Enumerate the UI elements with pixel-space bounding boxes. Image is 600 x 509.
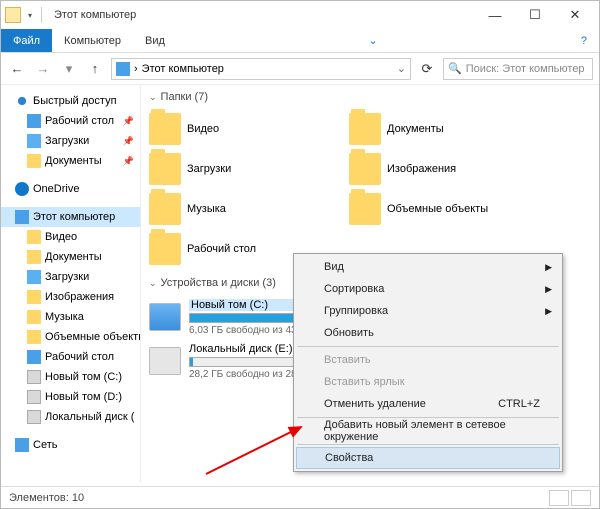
nav-downloads[interactable]: Загрузки📌 xyxy=(1,131,140,151)
ribbon: Файл Компьютер Вид ⌄ ? xyxy=(1,29,599,53)
recent-button[interactable]: ▾ xyxy=(59,59,79,79)
ribbon-expand-button[interactable]: ⌄ xyxy=(358,29,388,52)
ribbon-tab-file[interactable]: Файл xyxy=(1,29,52,52)
back-button[interactable]: ← xyxy=(7,59,27,79)
drive-icon xyxy=(149,347,181,375)
ctx-group[interactable]: Группировка▶ xyxy=(296,300,560,322)
nav-drive-e[interactable]: Локальный диск ( xyxy=(1,407,140,427)
ctx-sort[interactable]: Сортировка▶ xyxy=(296,278,560,300)
folder-3d-objects[interactable]: Объемные объекты xyxy=(349,189,549,229)
nav-quick-access[interactable]: Быстрый доступ xyxy=(1,91,140,111)
address-bar: ← → ▾ ↑ › Этот компьютер ⌄ ⟳ 🔍 Поиск: Эт… xyxy=(1,53,599,85)
folder-music[interactable]: Музыка xyxy=(149,189,349,229)
search-placeholder: Поиск: Этот компьютер xyxy=(466,63,585,75)
app-icon xyxy=(5,7,21,23)
help-button[interactable]: ? xyxy=(569,29,599,52)
ctx-properties[interactable]: Свойства xyxy=(296,447,560,469)
path-box[interactable]: › Этот компьютер ⌄ xyxy=(111,58,411,80)
folder-videos[interactable]: Видео xyxy=(149,109,349,149)
nav-downloads2[interactable]: Загрузки xyxy=(1,267,140,287)
nav-documents2[interactable]: Документы xyxy=(1,247,140,267)
forward-button[interactable]: → xyxy=(33,59,53,79)
nav-documents[interactable]: Документы📌 xyxy=(1,151,140,171)
nav-drive-c[interactable]: Новый том (C:) xyxy=(1,367,140,387)
section-folders[interactable]: ⌄Папки (7) xyxy=(149,91,599,103)
status-count: Элементов: 10 xyxy=(9,492,84,504)
nav-drive-d[interactable]: Новый том (D:) xyxy=(1,387,140,407)
ribbon-tab-view[interactable]: Вид xyxy=(133,29,177,52)
status-bar: Элементов: 10 xyxy=(1,486,599,508)
breadcrumb-sep: › xyxy=(134,63,138,75)
folder-images[interactable]: Изображения xyxy=(349,149,549,189)
nav-pane: Быстрый доступ Рабочий стол📌 Загрузки📌 Д… xyxy=(1,85,141,483)
ctx-add-network[interactable]: Добавить новый элемент в сетевое окружен… xyxy=(296,420,560,442)
view-large-button[interactable] xyxy=(571,490,591,506)
chevron-right-icon: ▶ xyxy=(545,262,552,273)
nav-3d-objects[interactable]: Объемные объекть xyxy=(1,327,140,347)
path-dropdown-icon[interactable]: ⌄ xyxy=(397,62,406,75)
window-title: Этот компьютер xyxy=(54,9,136,21)
ctx-undo[interactable]: Отменить удалениеCTRL+Z xyxy=(296,393,560,415)
folder-documents[interactable]: Документы xyxy=(349,109,549,149)
search-icon: 🔍 xyxy=(448,62,462,75)
ctx-view[interactable]: Вид▶ xyxy=(296,256,560,278)
nav-videos[interactable]: Видео xyxy=(1,227,140,247)
context-menu: Вид▶ Сортировка▶ Группировка▶ Обновить В… xyxy=(293,253,563,472)
titlebar: ▾ Этот компьютер — ☐ ✕ xyxy=(1,1,599,29)
ctx-paste-shortcut: Вставить ярлык xyxy=(296,371,560,393)
minimize-button[interactable]: — xyxy=(475,1,515,29)
breadcrumb[interactable]: Этот компьютер xyxy=(142,63,224,75)
nav-onedrive[interactable]: OneDrive xyxy=(1,179,140,199)
pc-icon xyxy=(116,62,130,76)
close-button[interactable]: ✕ xyxy=(555,1,595,29)
nav-images[interactable]: Изображения xyxy=(1,287,140,307)
ribbon-tab-computer[interactable]: Компьютер xyxy=(52,29,133,52)
search-input[interactable]: 🔍 Поиск: Этот компьютер xyxy=(443,58,593,80)
nav-network[interactable]: Сеть xyxy=(1,435,140,455)
ctx-refresh[interactable]: Обновить xyxy=(296,322,560,344)
drive-icon xyxy=(149,303,181,331)
maximize-button[interactable]: ☐ xyxy=(515,1,555,29)
qat-dropdown[interactable]: ▾ xyxy=(25,11,35,20)
nav-this-pc[interactable]: Этот компьютер xyxy=(1,207,140,227)
up-button[interactable]: ↑ xyxy=(85,59,105,79)
nav-desktop[interactable]: Рабочий стол📌 xyxy=(1,111,140,131)
nav-music[interactable]: Музыка xyxy=(1,307,140,327)
folder-downloads[interactable]: Загрузки xyxy=(149,149,349,189)
chevron-right-icon: ▶ xyxy=(545,284,552,295)
view-details-button[interactable] xyxy=(549,490,569,506)
nav-desktop2[interactable]: Рабочий стол xyxy=(1,347,140,367)
ctx-paste: Вставить xyxy=(296,349,560,371)
refresh-button[interactable]: ⟳ xyxy=(417,59,437,79)
chevron-right-icon: ▶ xyxy=(545,306,552,317)
